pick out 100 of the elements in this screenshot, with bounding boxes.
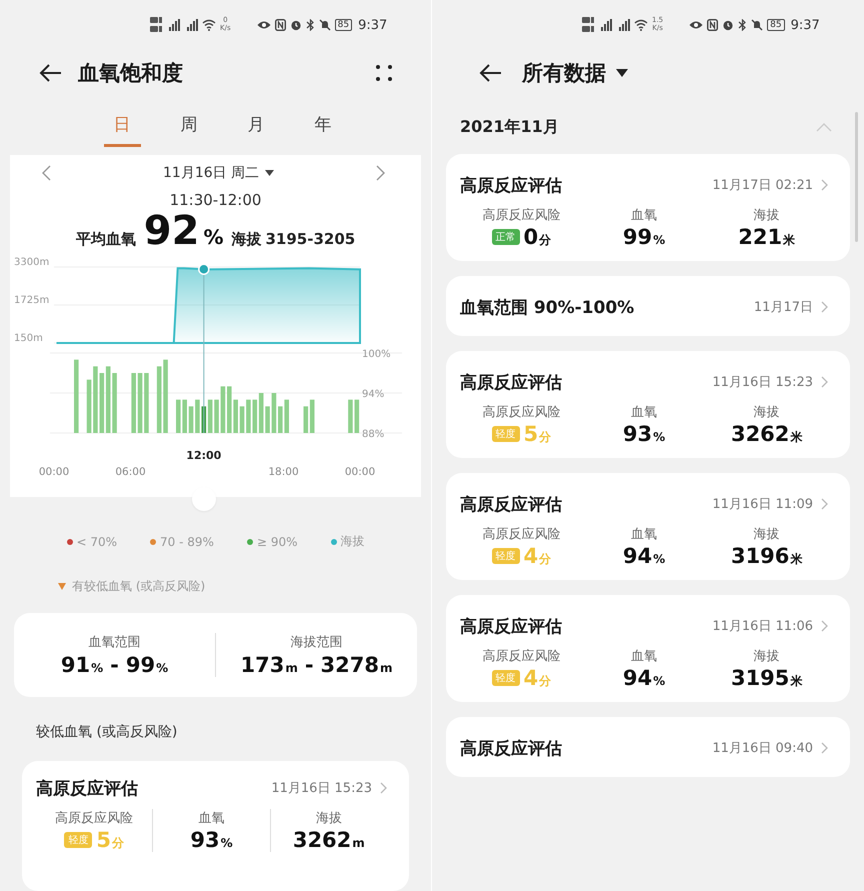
axis-label: 88% bbox=[362, 429, 384, 440]
more-options-icon[interactable] bbox=[375, 64, 393, 82]
score-unit: 分 bbox=[112, 835, 124, 852]
chevron-right-icon bbox=[380, 782, 387, 794]
stat-label: 海拔 bbox=[754, 526, 780, 543]
risk-score: 4 bbox=[524, 666, 538, 690]
back-arrow-icon[interactable] bbox=[38, 62, 62, 82]
axis-label: 00:00 bbox=[38, 466, 70, 478]
range-separator: - bbox=[110, 653, 119, 677]
period-tab[interactable]: 年 bbox=[304, 111, 342, 147]
spo2-value: 94 bbox=[622, 544, 652, 568]
spo2-bar bbox=[131, 373, 136, 433]
slider-handle[interactable] bbox=[192, 487, 216, 511]
mute-icon bbox=[318, 19, 331, 31]
risk-score: 0 bbox=[524, 225, 538, 249]
risk-score: 5 bbox=[524, 422, 538, 446]
risk-badge: 正常 bbox=[492, 229, 520, 245]
assessment-card[interactable]: 高原反应评估 11月17日 02:21 高原反应风险 正常 0分 血氧 99% 海拔 221米 bbox=[446, 154, 850, 261]
altitude-range: 3195-3205 bbox=[265, 230, 356, 248]
assessment-card[interactable]: 高原反应评估 11月16日 11:09 高原反应风险 轻度 4分 血氧 94% 海拔 3196米 bbox=[446, 473, 850, 580]
spo2-bar bbox=[138, 373, 142, 433]
score-unit: 分 bbox=[539, 674, 552, 690]
spo2-bar bbox=[144, 373, 149, 433]
value-unit: % bbox=[653, 674, 666, 688]
legend-label: 海拔 bbox=[340, 533, 364, 550]
spo2-bar bbox=[214, 400, 219, 433]
page-title: 血氧饱和度 bbox=[78, 60, 183, 86]
range-separator: - bbox=[304, 653, 314, 677]
battery-indicator: 85 bbox=[334, 19, 352, 31]
score-unit: 分 bbox=[539, 233, 552, 249]
previous-day-icon[interactable] bbox=[42, 165, 51, 181]
nfc-icon bbox=[707, 19, 718, 31]
record-title: 高原反应评估 bbox=[36, 778, 138, 800]
legend-label: < 70% bbox=[76, 534, 118, 548]
clock-time: 9:37 bbox=[358, 18, 388, 32]
value-unit: % bbox=[653, 552, 666, 566]
range-label: 海拔范围 bbox=[290, 634, 342, 651]
stat-label: 血氧 bbox=[631, 404, 657, 421]
chevron-right-icon bbox=[821, 620, 828, 632]
signal-icon bbox=[598, 19, 612, 31]
value-unit: 米 bbox=[790, 429, 802, 446]
bluetooth-icon bbox=[738, 19, 748, 31]
period-tab[interactable]: 月 bbox=[238, 111, 274, 147]
assessment-card[interactable]: 高原反应评估 11月16日 15:23 高原反应风险 轻度 5分 血氧 93% 海拔 3262 米 bbox=[446, 351, 850, 458]
record-time: 11月16日 11:06 bbox=[712, 618, 813, 635]
range-low: 91 bbox=[60, 653, 90, 677]
axis-label: 18:00 bbox=[268, 466, 299, 478]
value-unit: % bbox=[91, 661, 104, 675]
stat-label: 海拔 bbox=[754, 207, 780, 224]
signal-icon bbox=[616, 19, 630, 31]
value-unit: % bbox=[156, 661, 168, 675]
percent-unit: % bbox=[203, 225, 224, 249]
range-high: 3278 bbox=[320, 653, 379, 677]
chevron-right-icon bbox=[821, 376, 828, 388]
spo2-bar bbox=[246, 400, 251, 433]
nfc-icon bbox=[274, 19, 286, 31]
assessment-card[interactable]: 高原反应评估 11月16日 09:40 bbox=[446, 717, 850, 777]
stat-label: 高原反应风险 bbox=[482, 648, 560, 665]
altitude-value: 3195 bbox=[730, 666, 790, 690]
period-tab[interactable]: 周 bbox=[170, 111, 208, 147]
record-title: 高原反应评估 bbox=[460, 738, 562, 760]
risk-score: 5 bbox=[96, 828, 111, 852]
eye-icon bbox=[689, 20, 704, 30]
range-record-card[interactable]: 血氧范围 90%-100% 11月17日 bbox=[446, 276, 850, 336]
dropdown-caret-icon[interactable] bbox=[616, 68, 628, 76]
range-label: 血氧范围 bbox=[88, 634, 140, 651]
chevron-right-icon bbox=[821, 498, 828, 510]
risk-score: 4 bbox=[524, 544, 538, 568]
alarm-icon bbox=[722, 19, 734, 31]
spo2-bar bbox=[188, 406, 194, 433]
altitude-label: 海拔 bbox=[231, 230, 262, 249]
back-arrow-icon[interactable] bbox=[478, 62, 502, 82]
bluetooth-icon bbox=[306, 19, 315, 31]
warning-marker-icon bbox=[58, 583, 66, 590]
axis-label: 94% bbox=[362, 389, 384, 400]
spo2-bar bbox=[156, 366, 162, 433]
average-label: 平均血氧 bbox=[76, 230, 136, 249]
risk-badge: 轻度 bbox=[64, 832, 92, 848]
spo2-value: 94 bbox=[622, 666, 652, 690]
spo2-bar bbox=[112, 373, 117, 433]
range-high: 99 bbox=[126, 653, 156, 677]
stat-label: 海拔 bbox=[754, 404, 780, 421]
stat-label: 高原反应风险 bbox=[482, 207, 560, 224]
date-selector[interactable]: 11月16日 周二 bbox=[163, 164, 260, 182]
axis-label: 00:00 bbox=[344, 466, 376, 478]
stat-label: 血氧 bbox=[631, 207, 657, 224]
stat-label: 血氧 bbox=[631, 648, 657, 665]
average-spo2: 92 bbox=[144, 209, 200, 253]
value-unit: % bbox=[653, 233, 666, 247]
spo2-bar bbox=[265, 406, 270, 433]
dropdown-caret-icon[interactable] bbox=[265, 170, 274, 176]
value-unit: 米 bbox=[790, 551, 802, 568]
score-unit: 分 bbox=[539, 552, 552, 568]
section-title: 较低血氧 (或高反风险) bbox=[35, 723, 178, 742]
assessment-card[interactable]: 高原反应评估 11月16日 15:23 高原反应风险 轻度 5分 血氧 93% 海拔 3262 m bbox=[22, 761, 409, 891]
record-time: 11月16日 15:23 bbox=[712, 374, 813, 391]
spo2-bar bbox=[93, 366, 98, 433]
next-day-icon[interactable] bbox=[376, 165, 385, 181]
page-title[interactable]: 所有数据 bbox=[522, 58, 606, 86]
assessment-card[interactable]: 高原反应评估 11月16日 11:06 高原反应风险 轻度 4分 血氧 94% 海拔 3195米 bbox=[446, 595, 850, 702]
